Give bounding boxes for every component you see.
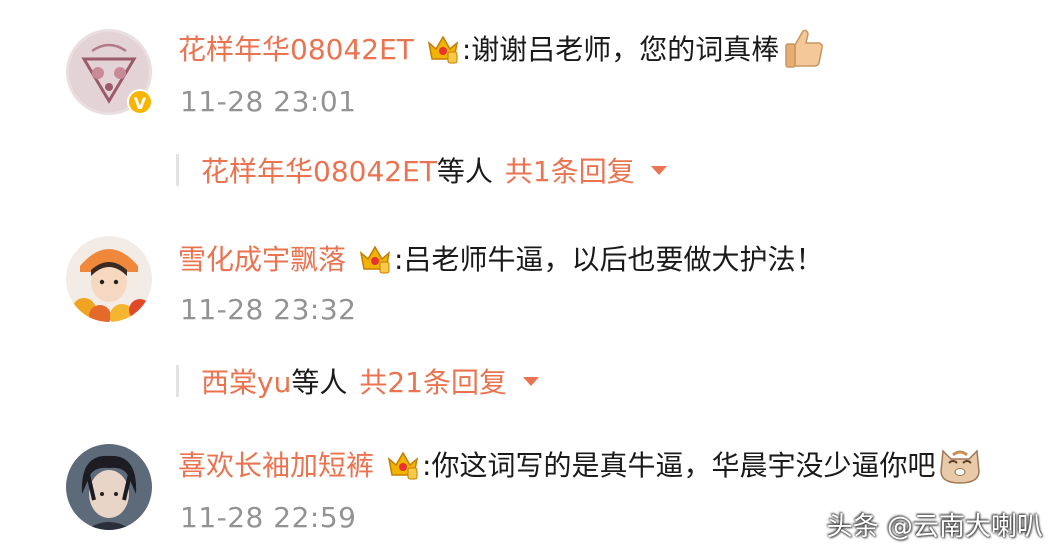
watermark: 头条 @云南大喇叭 [826, 512, 1043, 542]
chevron-down-icon[interactable] [522, 376, 539, 386]
reply-count-link[interactable]: 共21条回复 [359, 361, 507, 401]
reply-username[interactable]: 花样年华08042ET [201, 150, 437, 190]
comment-time: 11-28 23:01 [180, 85, 357, 118]
comment-text: :吕老师牛逼，以后也要做大护法！ [394, 243, 824, 276]
comment-time: 11-28 22:59 [180, 501, 357, 534]
reply-username[interactable]: 西棠yu [201, 361, 291, 401]
thumbs-up-icon [781, 25, 827, 71]
username[interactable]: 雪化成宇飘落 [178, 238, 346, 278]
reply-mid-text: 等人 [436, 155, 493, 188]
reply-summary[interactable]: 西棠yu 等人 共21条回复 [201, 361, 539, 401]
avatar[interactable] [66, 236, 152, 322]
comment-text: :谢谢吕老师，您的词真棒 [461, 33, 780, 66]
crown-icon [386, 447, 420, 481]
username[interactable]: 花样年华08042ET [178, 28, 414, 68]
comment-text: :你这词写的是真牛逼，华晨宇没少逼你吧 [422, 449, 936, 482]
reply-divider [176, 154, 179, 186]
avatar[interactable] [66, 444, 152, 530]
crown-icon [358, 241, 392, 275]
cat-face-icon [937, 441, 983, 487]
reply-mid-text: 等人 [291, 366, 348, 399]
reply-count-link[interactable]: 共1条回复 [505, 150, 635, 190]
reply-divider [176, 365, 179, 397]
verified-badge-icon: V [127, 89, 153, 115]
reply-summary[interactable]: 花样年华08042ET 等人 共1条回复 [201, 150, 667, 190]
crown-icon [426, 31, 460, 65]
username[interactable]: 喜欢长袖加短裤 [178, 444, 374, 484]
comment-time: 11-28 23:32 [180, 293, 357, 326]
chevron-down-icon[interactable] [650, 165, 667, 175]
